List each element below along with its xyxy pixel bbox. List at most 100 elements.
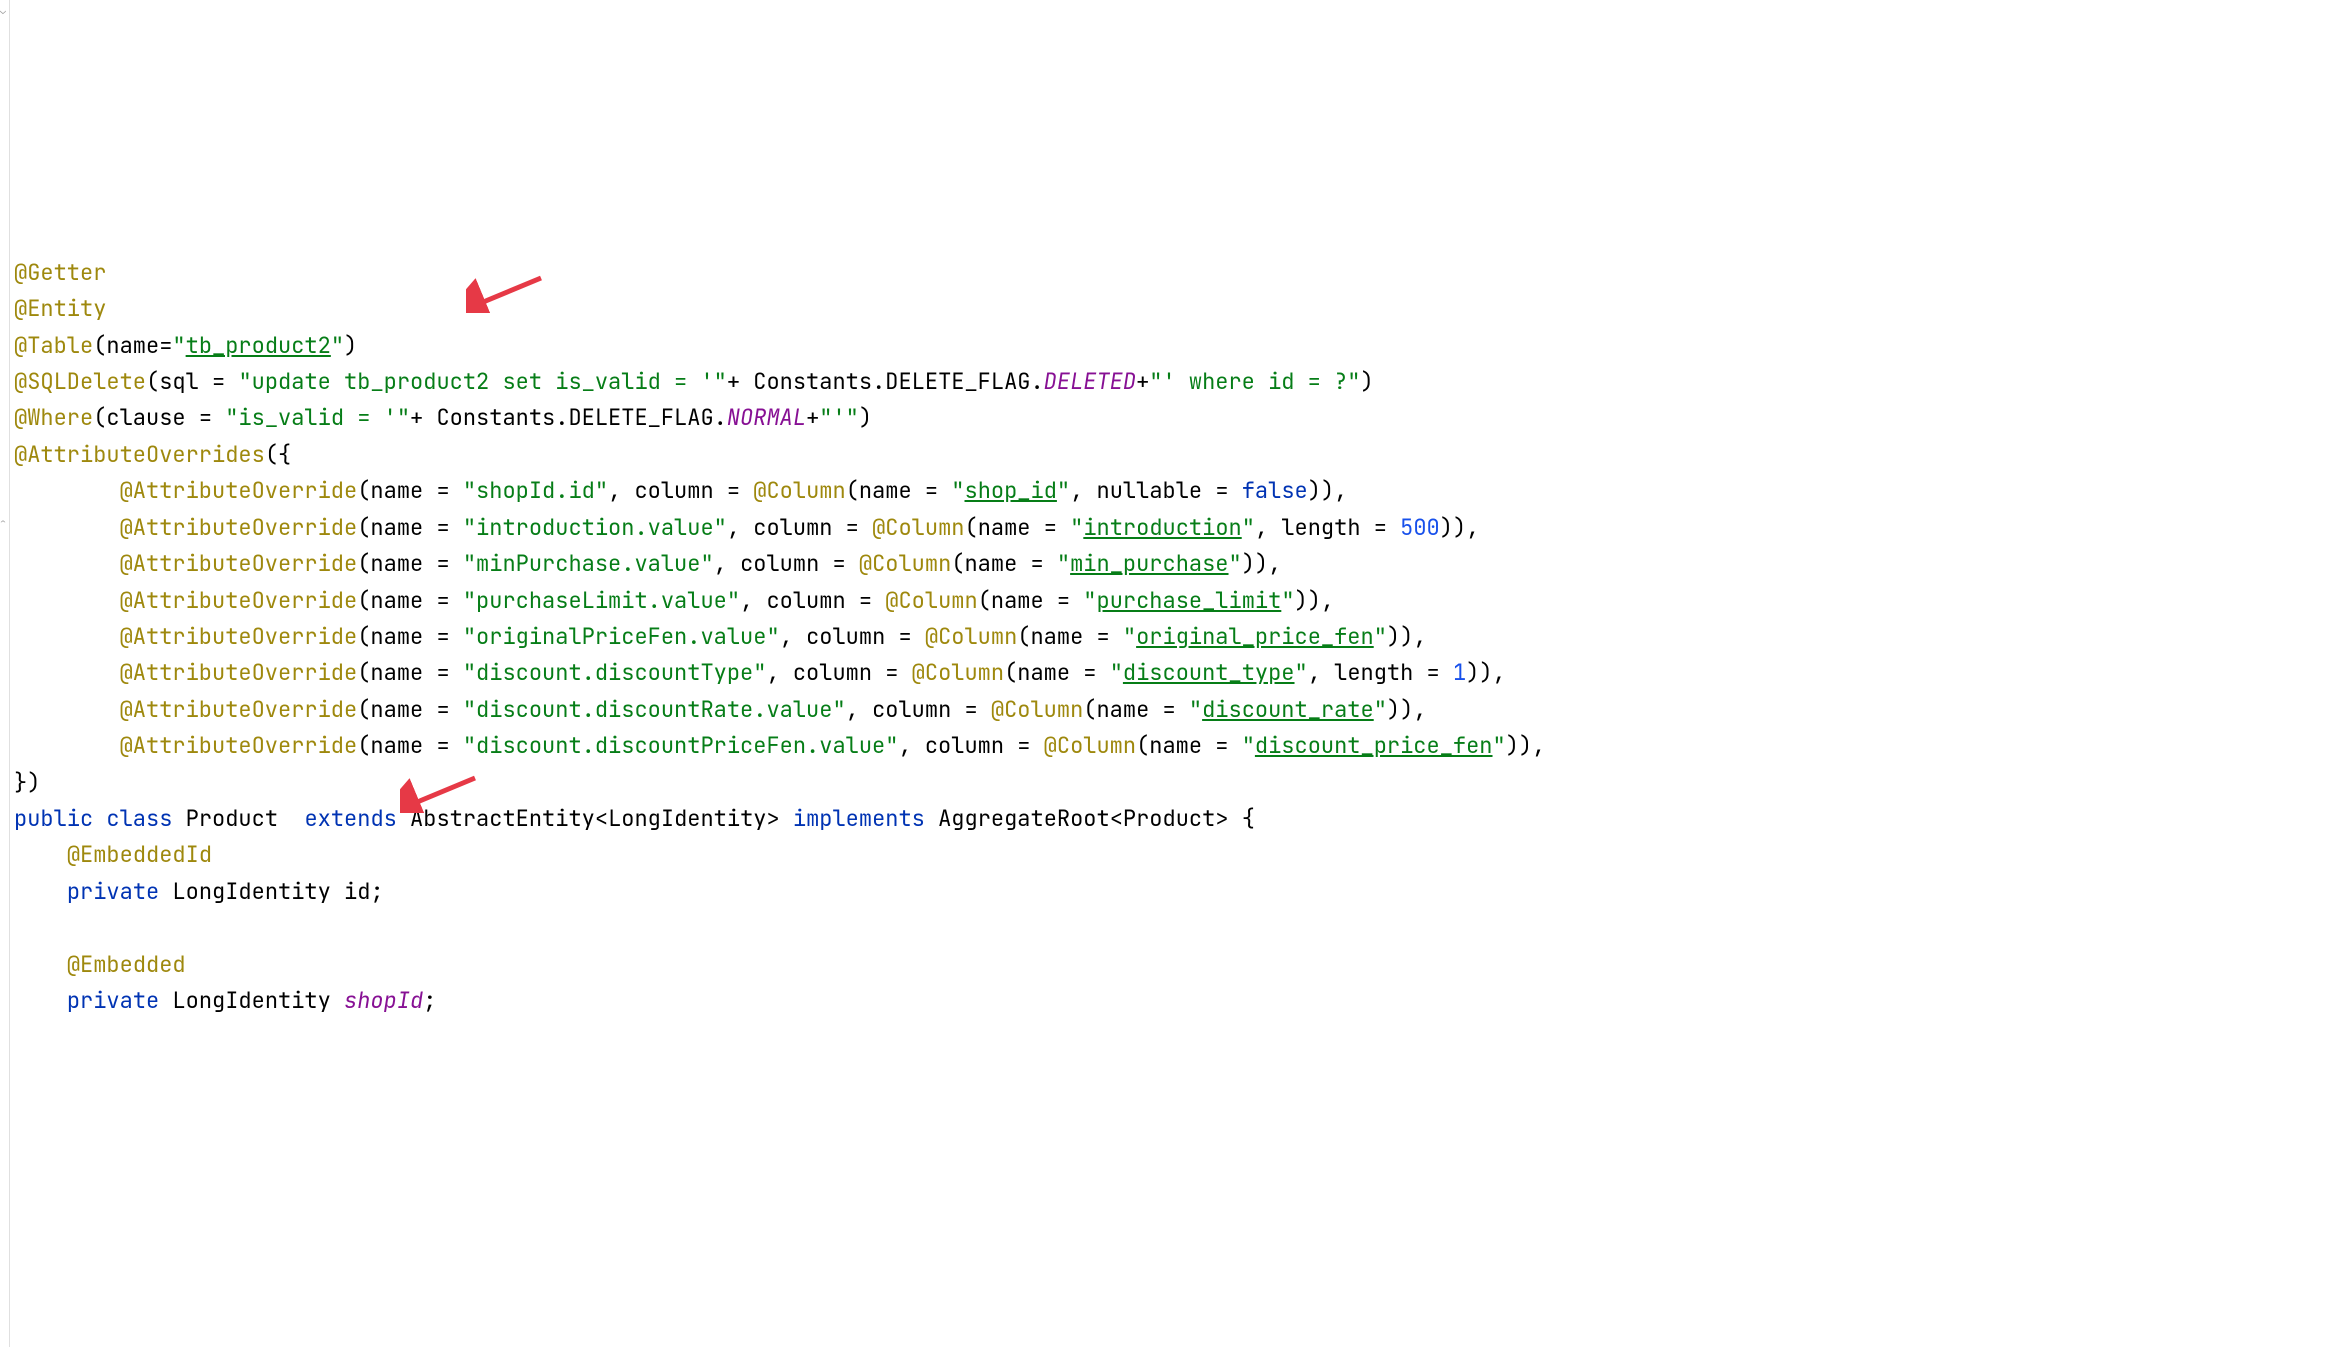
code-text: , [740,586,753,615]
code-text: ( [1136,731,1149,760]
string-literal: "'" [819,403,859,432]
code-text: ( [146,367,159,396]
code-text: name [370,622,423,651]
annotation-column: @Column [753,476,845,505]
code-text: = [1215,731,1228,760]
code-text: ( [357,622,370,651]
keyword-implements: implements [793,804,925,833]
code-text: ; [370,877,383,906]
code-text: = [964,695,977,724]
annotation-sqldelete: @SQLDelete [14,367,146,396]
code-text: = [1097,622,1110,651]
code-text: ( [846,476,859,505]
code-text: nullable [1097,476,1203,505]
keyword-class: class [106,804,172,833]
code-text: = [727,476,740,505]
code-text: , [727,513,740,542]
code-text: name [370,476,423,505]
code-text: = [212,367,225,396]
string-literal: "update tb_product2 set is_valid = '" [238,367,726,396]
code-text: clause [106,403,185,432]
code-text: name [370,731,423,760]
annotation-column: @Column [885,586,977,615]
code-text: = [199,403,212,432]
code-text: name [370,513,423,542]
string-literal: "originalPriceFen.value" [463,622,780,651]
code-text: )), [1387,695,1427,724]
code-text: + [727,367,740,396]
code-text: column [753,513,832,542]
code-text: = [436,658,449,687]
code-text: )), [1440,513,1480,542]
code-text: name [964,549,1017,578]
code-editor[interactable]: @Getter @Entity @Table(name="tb_product2… [0,218,2334,1019]
code-text: = [1044,513,1057,542]
code-text: = [1374,513,1387,542]
code-text: name [1149,731,1202,760]
field-id: id [344,877,370,906]
annotation-embeddedid: @EmbeddedId [67,840,212,869]
code-text: )), [1308,476,1348,505]
type-longidentity: LongIdentity [608,804,766,833]
string-literal: "introduction.value" [463,513,727,542]
keyword-false: false [1242,476,1308,505]
type-aggregateroot: AggregateRoot [938,804,1110,833]
annotation-column: @Column [859,549,951,578]
code-text: ( [357,731,370,760]
code-text: )), [1295,586,1335,615]
fold-marker-end[interactable]: ⌃ [0,518,10,528]
annotation-column: @Column [912,658,1004,687]
code-text: = [1427,658,1440,687]
annotation-attributeoverride: @AttributeOverride [120,476,358,505]
string-literal: "original_price_fen" [1123,622,1387,651]
code-text: > [1215,804,1228,833]
code-text: )), [1506,731,1546,760]
code-text: length [1334,658,1413,687]
code-text: ( [951,549,964,578]
annotation-attributeoverride: @AttributeOverride [120,731,358,760]
code-text: , [714,549,727,578]
string-literal: "min_purchase" [1057,549,1242,578]
code-text: ) [27,768,40,797]
fold-marker-top[interactable]: ⌄ [0,6,10,16]
code-text: { [1242,804,1255,833]
code-text: ( [1017,622,1030,651]
code-text: Constants [753,367,872,396]
code-text: = [436,695,449,724]
code-text: = [1031,549,1044,578]
code-text: column [872,695,951,724]
code-text: , [1070,476,1083,505]
code-text: ( [357,476,370,505]
code-text: . [1030,367,1043,396]
annotation-column: @Column [1044,731,1136,760]
code-text: )), [1466,658,1506,687]
type-product: Product [186,804,278,833]
code-text: ( [357,549,370,578]
code-text: > [766,804,779,833]
field-deleted: DELETED [1044,367,1136,396]
annotation-getter: @Getter [14,258,106,287]
code-text: = [436,731,449,760]
type-longidentity: LongIdentity [172,986,330,1015]
code-text: = [1057,586,1070,615]
code-text: ( [357,513,370,542]
code-text: = [436,586,449,615]
code-text: = [1083,658,1096,687]
code-text: = [436,513,449,542]
string-literal: "shop_id" [951,476,1070,505]
string-literal: "' where id = ?" [1149,367,1360,396]
code-text: , [780,622,793,651]
code-text: ( [357,695,370,724]
code-text: , [608,476,621,505]
annotation-table: @Table [14,331,93,360]
code-text: column [806,622,885,651]
code-text: name [106,331,159,360]
code-text: DELETE_FLAG [885,367,1030,396]
string-literal: "is_valid = '" [225,403,410,432]
code-text: name [1030,622,1083,651]
annotation-attributeoverride: @AttributeOverride [120,695,358,724]
annotation-attributeoverride: @AttributeOverride [120,622,358,651]
code-text: ) [1360,367,1373,396]
code-text: )), [1387,622,1427,651]
annotation-column: @Column [991,695,1083,724]
